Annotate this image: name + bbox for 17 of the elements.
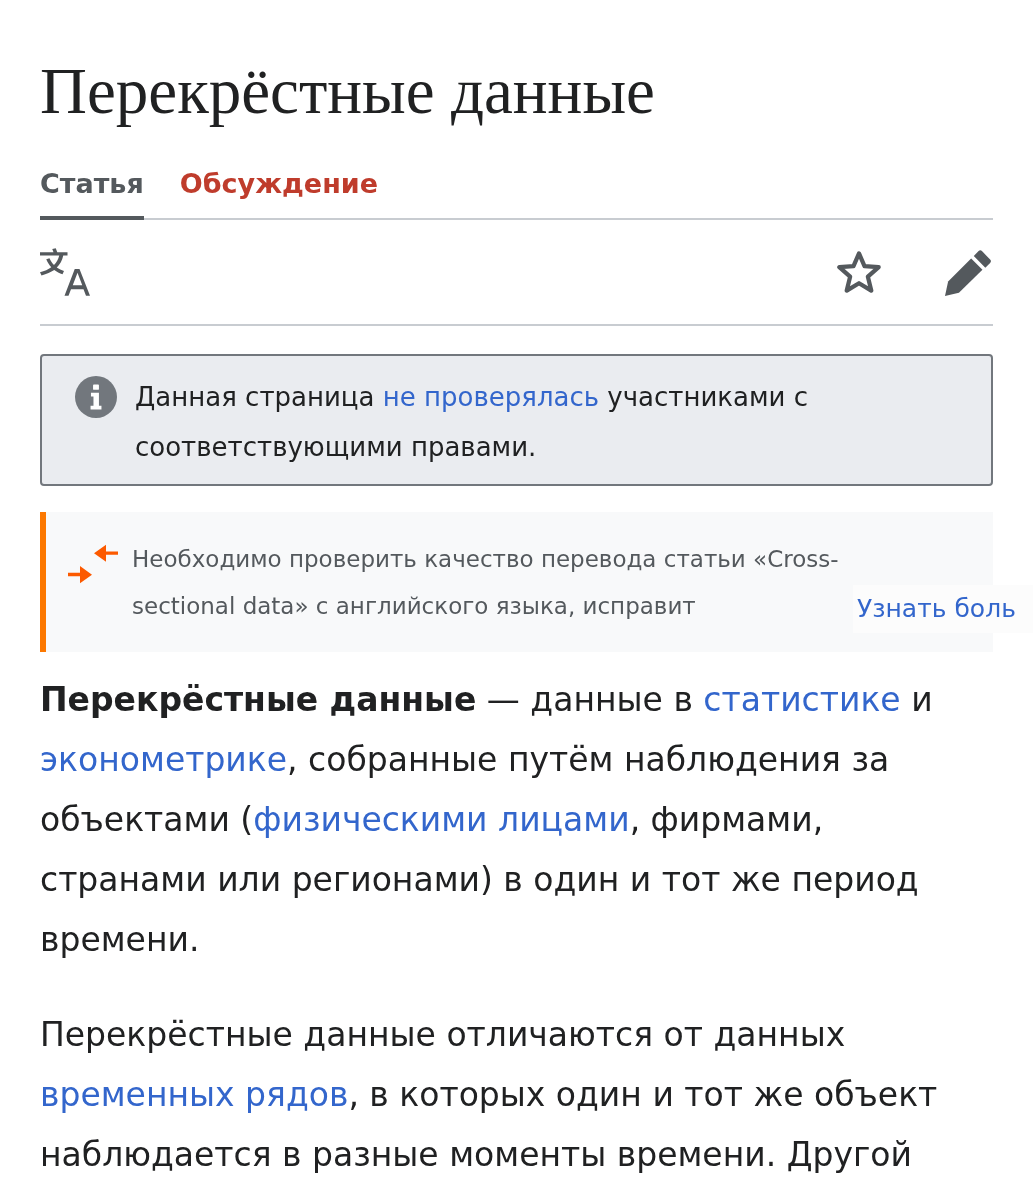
inline-link[interactable]: эконометрике bbox=[40, 740, 288, 779]
arrows-icon bbox=[68, 544, 118, 584]
star-icon[interactable] bbox=[837, 251, 881, 293]
inline-link[interactable]: статистике bbox=[703, 680, 901, 719]
banner-text: Необходимо проверить качество перевода статьи «Cross-sectional data» с английского языка, исправит bbox=[132, 545, 840, 621]
tab[interactable]: Обсуждение bbox=[179, 168, 379, 220]
page-title: Перекрёстные данные bbox=[40, 54, 656, 129]
notice-text: Данная страница не проверялась участниками с соответствующими правами. bbox=[135, 381, 810, 464]
inline-link[interactable]: не проверялась bbox=[382, 382, 600, 412]
article-paragraph: Перекрёстные данные отличаются от данных временных рядов, в которых один и тот же объект наблюдается в разные моменты времени. Другой bbox=[40, 1014, 939, 1176]
inline-link[interactable]: временных рядов bbox=[40, 1075, 349, 1114]
info-icon bbox=[75, 376, 117, 418]
pencil-icon[interactable] bbox=[945, 248, 993, 296]
tab[interactable]: Статья bbox=[40, 168, 144, 220]
inline-link[interactable]: физическими лицами bbox=[253, 800, 630, 839]
article-paragraph: Перекрёстные данные — данные в статистике и эконометрике, собранные путём наблюдения за объектами (физическими лицами, фирмами, странами или регионами) в один и тот же период времени. bbox=[40, 679, 934, 961]
translate-icon[interactable] bbox=[40, 248, 90, 296]
